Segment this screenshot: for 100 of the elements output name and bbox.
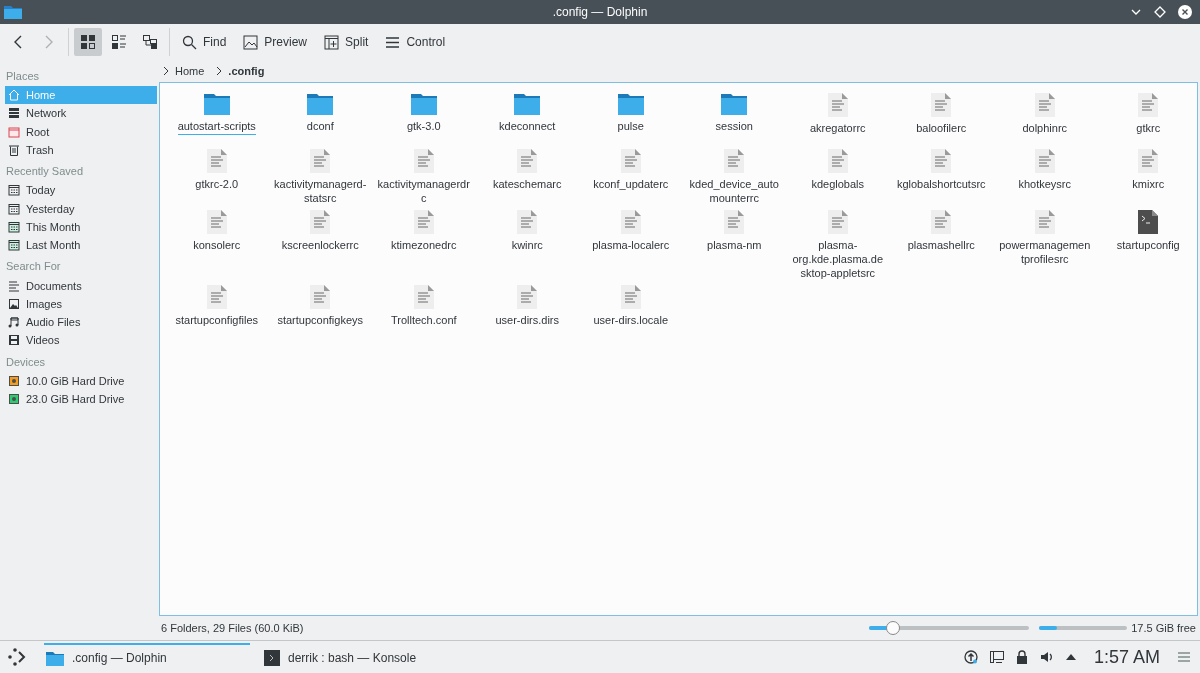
taskbar-task[interactable]: .config — Dolphin xyxy=(44,643,250,671)
text-file-icon xyxy=(1034,93,1055,117)
sidebar-item[interactable]: 10.0 GiB Hard Drive xyxy=(5,371,157,390)
text-file-icon xyxy=(517,210,538,234)
icons-view-button[interactable] xyxy=(74,28,102,56)
text-file-icon xyxy=(1034,210,1055,234)
script-file-icon xyxy=(1138,210,1159,234)
file-name[interactable]: baloofilerc xyxy=(894,121,989,136)
text-file-icon xyxy=(931,93,952,117)
file-name[interactable]: kdeconnect xyxy=(480,119,575,134)
update-icon[interactable] xyxy=(963,650,978,664)
text-file-icon xyxy=(827,149,848,173)
file-name[interactable]: plasmashellrc xyxy=(894,238,989,253)
find-button[interactable]: Find xyxy=(175,28,234,56)
text-file-icon xyxy=(206,210,227,234)
file-name[interactable]: dolphinrc xyxy=(997,121,1092,136)
sidebar-item[interactable]: Last Month xyxy=(5,236,157,255)
file-name[interactable]: kconf_updaterc xyxy=(583,177,678,192)
calendar-icon xyxy=(8,202,20,215)
file-name[interactable]: startupconfig xyxy=(1101,238,1196,253)
zoom-slider[interactable] xyxy=(869,621,1030,635)
section-heading: Recently Saved xyxy=(5,164,85,180)
sidebar-item[interactable]: Images xyxy=(5,294,157,313)
search-icon xyxy=(182,34,197,50)
clock[interactable]: 1:57 AM xyxy=(1093,646,1160,668)
home-icon xyxy=(8,89,20,102)
file-name[interactable]: kded_device_automounterrc xyxy=(687,177,782,206)
music-note-icon xyxy=(8,316,20,329)
menu-icon xyxy=(385,34,401,50)
file-name[interactable]: Trolltech.conf xyxy=(376,313,471,328)
sidebar-item[interactable]: Videos xyxy=(5,331,157,350)
sidebar-item[interactable]: Trash xyxy=(5,140,157,160)
file-name[interactable]: akregatorrc xyxy=(790,121,885,136)
file-name[interactable]: gtkrc xyxy=(1101,121,1196,136)
file-name[interactable]: khotkeysrc xyxy=(997,177,1092,192)
sidebar-item[interactable]: This Month xyxy=(5,217,157,237)
file-name[interactable]: kdeglobals xyxy=(790,177,885,192)
preview-button[interactable]: Preview xyxy=(236,28,315,56)
calendar-icon xyxy=(8,220,20,233)
tree-icon xyxy=(142,34,158,50)
network-icon[interactable] xyxy=(989,650,1004,664)
text-file-icon xyxy=(310,285,331,309)
sidebar-item[interactable]: Yesterday xyxy=(5,199,157,218)
file-name[interactable]: konsolerc xyxy=(169,238,264,253)
text-file-icon xyxy=(413,210,434,234)
breadcrumb-item[interactable]: Home xyxy=(175,65,205,77)
file-name[interactable]: ktimezonedrc xyxy=(376,238,471,253)
file-name[interactable]: plasma-org.kde.plasma.desktop-appletsrc xyxy=(790,238,885,281)
text-file-icon xyxy=(413,149,434,173)
file-name[interactable]: gtk-3.0 xyxy=(376,119,471,134)
text-file-icon xyxy=(310,149,331,173)
file-name[interactable]: dconf xyxy=(273,119,368,134)
file-name[interactable]: kactivitymanagerdrc xyxy=(376,177,471,206)
breadcrumb-item[interactable]: .config xyxy=(228,65,265,77)
hard-drive-icon xyxy=(8,393,20,405)
text-file-icon xyxy=(931,149,952,173)
file-name[interactable]: pulse xyxy=(583,119,678,134)
file-name[interactable]: plasma-nm xyxy=(687,238,782,253)
file-name[interactable]: gtkrc-2.0 xyxy=(169,177,264,192)
control-button[interactable]: Control xyxy=(378,28,453,56)
file-name[interactable]: kateschemarc xyxy=(480,177,575,192)
file-name[interactable]: kscreenlockerrc xyxy=(273,238,368,253)
text-file-icon xyxy=(620,210,641,234)
file-name[interactable]: startupconfigkeys xyxy=(273,313,368,328)
section-heading: Devices xyxy=(5,354,47,370)
sidebar-item[interactable]: Documents xyxy=(5,276,157,295)
chevron-icon xyxy=(216,66,223,76)
launcher-icon[interactable] xyxy=(6,647,26,667)
close-button[interactable] xyxy=(1178,5,1192,19)
sidebar-item[interactable]: Audio Files xyxy=(5,312,157,332)
hard-drive-icon xyxy=(8,374,20,387)
file-name[interactable]: session xyxy=(687,119,782,134)
sidebar-item[interactable]: Network xyxy=(5,104,157,123)
file-name[interactable]: user-dirs.dirs xyxy=(480,313,575,328)
volume-icon[interactable] xyxy=(1039,650,1054,664)
sidebar-item[interactable]: Today xyxy=(5,181,157,200)
lock-icon[interactable] xyxy=(1015,650,1028,664)
file-name[interactable]: powermanagementprofilesrc xyxy=(997,238,1092,267)
text-file-icon xyxy=(1138,93,1159,117)
text-file-icon xyxy=(724,149,745,173)
file-name[interactable]: kglobalshortcutsrc xyxy=(894,177,989,192)
sidebar-item[interactable]: Root xyxy=(5,122,157,141)
file-name[interactable]: startupconfigfiles xyxy=(169,313,264,328)
file-name[interactable]: kwinrc xyxy=(480,238,575,253)
expand-tray-icon[interactable] xyxy=(1065,653,1076,661)
file-name[interactable]: kmixrc xyxy=(1101,177,1196,192)
status-summary: 6 Folders, 29 Files (60.0 KiB) xyxy=(161,622,304,634)
slider-handle[interactable] xyxy=(886,621,901,635)
file-name[interactable]: autostart-scripts xyxy=(177,119,256,135)
maximize-button[interactable] xyxy=(1154,6,1166,18)
image-icon xyxy=(243,34,259,50)
text-file-icon xyxy=(827,210,848,234)
compact-list-icon xyxy=(111,34,127,50)
file-name[interactable]: user-dirs.locale xyxy=(583,313,678,328)
text-lines-icon xyxy=(8,279,20,292)
file-name[interactable]: plasma-localerc xyxy=(583,238,678,253)
split-button[interactable]: Split xyxy=(317,28,376,56)
file-name[interactable]: kactivitymanagerd-statsrc xyxy=(273,177,368,206)
sidebar-item[interactable]: 23.0 GiB Hard Drive xyxy=(5,389,157,409)
taskbar-task[interactable]: derrik : bash — Konsole xyxy=(262,643,468,671)
